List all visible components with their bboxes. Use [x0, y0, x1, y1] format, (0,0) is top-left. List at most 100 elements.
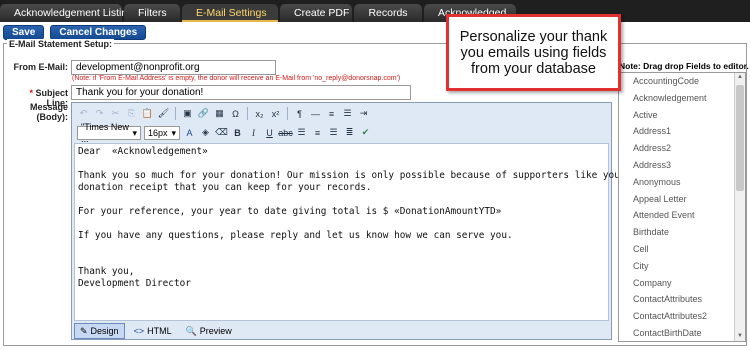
from-email-note: (Note: if 'From E-Mail Address' is empty… [72, 75, 401, 82]
field-item[interactable]: ContactBirthDate [619, 325, 745, 341]
body-line: Thank you so much for your donation! Our… [78, 170, 722, 181]
body-line: donation receipt that you can keep for y… [78, 182, 372, 193]
callout-annotation: Personalize your thank you emails using … [446, 14, 621, 91]
italic-icon[interactable]: I [247, 127, 260, 139]
format-painter-icon[interactable]: 🖌 [157, 108, 170, 120]
align-center-icon[interactable]: ≡ [311, 127, 324, 139]
body-line: If you have any questions, please reply … [78, 230, 513, 241]
redo-icon[interactable]: ↷ [93, 108, 106, 120]
field-item[interactable]: Address1 [619, 123, 745, 140]
section-title: E-Mail Statement Setup: [7, 39, 115, 49]
body-line: Dear «Acknowledgement» [78, 146, 208, 157]
body-line [78, 218, 605, 230]
editor-toolbar-top: ↶ ↷ ✂ ⎘ 📋 🖌 ▣ 🔗 ▦ Ω x₂ x² ¶ ― ≡ ☰ ⇥ [74, 105, 612, 122]
editor-content[interactable]: Dear «Acknowledgement» Thank you so much… [74, 143, 722, 321]
body-line [78, 194, 605, 206]
toolbar-separator [287, 107, 288, 120]
table-icon[interactable]: ▦ [213, 108, 226, 120]
design-label: Design [90, 325, 119, 336]
tab-acknowledgement-listing[interactable]: Acknowledgement Listing [0, 4, 133, 22]
html-label: HTML [147, 325, 172, 336]
highlight-icon[interactable]: ◈ [199, 127, 212, 139]
field-item[interactable]: Attended Event [619, 207, 745, 224]
tab-bar: Acknowledgement Listing Filters E-Mail S… [0, 0, 750, 22]
field-items: AccountingCode Acknowledgement Active Addre… [619, 73, 745, 341]
special-char-icon[interactable]: Ω [229, 108, 242, 120]
subscript-icon[interactable]: x₂ [253, 108, 266, 120]
font-size-select[interactable]: 16px ▾ [144, 125, 180, 140]
chevron-down-icon: ▾ [132, 127, 137, 138]
paste-icon[interactable]: 📋 [141, 108, 154, 120]
cancel-changes-button[interactable]: Cancel Changes [50, 25, 147, 40]
field-item[interactable]: Address3 [619, 157, 745, 174]
body-line: Development Director [78, 278, 191, 289]
scroll-up-icon[interactable]: ▲ [736, 73, 744, 82]
cut-icon[interactable]: ✂ [109, 108, 122, 120]
required-mark: * [29, 88, 33, 98]
action-buttons: Save Cancel Changes [3, 25, 147, 40]
body-line [78, 242, 605, 254]
drag-fields-note: Note: Drag drop Fields to editor. [619, 61, 749, 71]
tab-records[interactable]: Records [354, 4, 422, 22]
justify-icon[interactable]: ≣ [343, 127, 356, 139]
field-item[interactable]: Cell [619, 241, 745, 258]
from-email-label: From E-Mail: [13, 62, 68, 72]
toolbar-separator [175, 107, 176, 120]
body-line [78, 254, 605, 266]
field-item[interactable]: Active [619, 107, 745, 124]
bullet-list-icon[interactable]: ☰ [341, 108, 354, 120]
tab-filters[interactable]: Filters [124, 4, 180, 22]
font-family-value: "Times New ... [81, 121, 129, 144]
message-label: Message (Body): [29, 102, 68, 122]
tab-create-pdf[interactable]: Create PDF [280, 4, 352, 22]
paragraph-icon[interactable]: ¶ [293, 108, 306, 120]
undo-icon[interactable]: ↶ [77, 108, 90, 120]
body-line: For your reference, your year to date gi… [78, 206, 502, 217]
editor-mode-bar: ✎ Design <> HTML 🔍 Preview [72, 322, 611, 339]
font-color-icon[interactable]: A [183, 127, 196, 139]
horizontal-rule-icon[interactable]: ― [309, 108, 322, 120]
design-mode-tab[interactable]: ✎ Design [74, 322, 125, 339]
field-item[interactable]: Company [619, 275, 745, 292]
copy-icon[interactable]: ⎘ [125, 108, 138, 120]
underline-icon[interactable]: U [263, 127, 276, 139]
body-line [78, 158, 605, 170]
field-item[interactable]: Birthdate [619, 224, 745, 241]
pencil-icon: ✎ [80, 325, 88, 336]
superscript-icon[interactable]: x² [269, 108, 282, 120]
subject-input[interactable]: Thank you for your donation! [71, 85, 411, 100]
scroll-thumb[interactable] [736, 85, 744, 191]
ordered-list-icon[interactable]: ≡ [325, 108, 338, 120]
html-mode-tab[interactable]: <> HTML [129, 324, 177, 338]
body-line: Thank you, [78, 266, 135, 277]
field-item[interactable]: Address2 [619, 140, 745, 157]
preview-label: Preview [199, 325, 232, 336]
field-item[interactable]: Appeal Letter [619, 191, 745, 208]
align-right-icon[interactable]: ☰ [327, 127, 340, 139]
align-left-icon[interactable]: ☰ [295, 127, 308, 139]
field-item[interactable]: ContactAttributes2 [619, 308, 745, 325]
fields-scrollbar[interactable]: ▲ ▼ [734, 73, 745, 341]
field-item[interactable]: ContactAttributes [619, 291, 745, 308]
save-button[interactable]: Save [3, 25, 45, 40]
toolbar-separator [247, 107, 248, 120]
bold-icon[interactable]: B [231, 127, 244, 139]
indent-icon[interactable]: ⇥ [357, 108, 370, 120]
rich-text-editor: ↶ ↷ ✂ ⎘ 📋 🖌 ▣ 🔗 ▦ Ω x₂ x² ¶ ― ≡ ☰ ⇥ "Tim… [71, 102, 722, 340]
image-icon[interactable]: ▣ [181, 108, 194, 120]
code-icon: <> [133, 325, 145, 336]
field-item[interactable]: City [619, 258, 745, 275]
field-item[interactable]: Anonymous [619, 174, 745, 191]
font-family-select[interactable]: "Times New ... ▾ [77, 122, 141, 144]
preview-mode-tab[interactable]: 🔍 Preview [181, 324, 237, 338]
from-email-input[interactable]: development@nonprofit.org [71, 60, 276, 75]
tab-email-settings[interactable]: E-Mail Settings [182, 4, 278, 22]
field-item[interactable]: Acknowledgement [619, 90, 745, 107]
magnifier-icon: 🔍 [185, 325, 197, 336]
clear-format-icon[interactable]: ⌫ [215, 127, 228, 139]
spellcheck-icon[interactable]: ✔ [359, 127, 372, 139]
scroll-down-icon[interactable]: ▼ [736, 332, 744, 341]
link-icon[interactable]: 🔗 [197, 108, 210, 120]
field-item[interactable]: AccountingCode [619, 73, 745, 90]
strikethrough-icon[interactable]: abc [278, 127, 293, 139]
